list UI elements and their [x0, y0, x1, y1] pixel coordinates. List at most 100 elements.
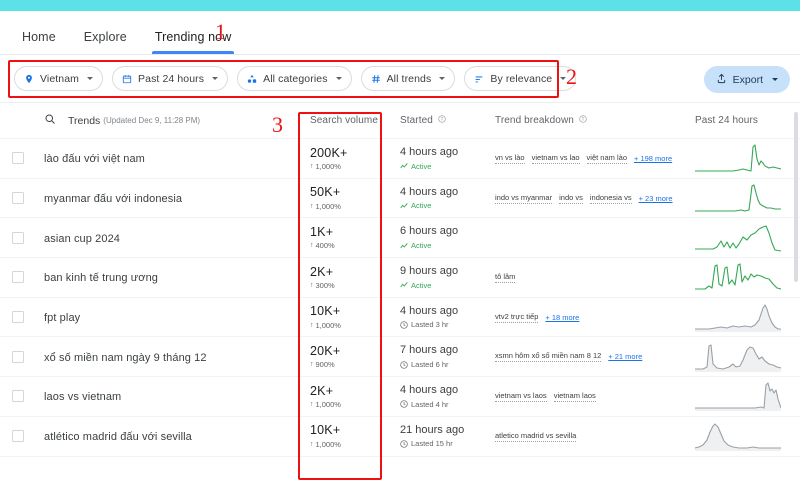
info-icon[interactable]: [438, 115, 446, 126]
export-icon: [716, 71, 727, 89]
location-pin-icon: [24, 74, 34, 84]
started-time: 9 hours ago: [400, 265, 459, 278]
breakdown-keyword[interactable]: indo vs myanmar: [495, 193, 553, 204]
search-volume-cell: 200K+ ↑ 1,000%: [300, 146, 400, 171]
row-checkbox-cell: [0, 271, 36, 284]
search-volume-change: ↑ 1,000%: [310, 400, 400, 409]
keyword-list: indo vs myanmar indo vs indonesia vs + 23 m…: [495, 193, 695, 204]
filter-bar: Vietnam Past 24 hours All categories All…: [0, 55, 800, 103]
header-search-volume-cell[interactable]: Search volume: [300, 115, 400, 126]
status-label: Lasted 15 hr: [411, 439, 453, 449]
main-nav: Home Explore Trending now: [0, 11, 800, 55]
export-button[interactable]: Export: [703, 66, 790, 93]
nav-label: Trending now: [154, 30, 232, 44]
breakdown-keyword[interactable]: vn vs lào: [495, 153, 525, 164]
arrow-up-icon: ↑: [310, 361, 314, 369]
header-started-cell[interactable]: Started: [400, 115, 495, 126]
filter-chip-location[interactable]: Vietnam: [14, 66, 104, 91]
breakdown-keyword[interactable]: vietnam laos: [553, 391, 596, 402]
table-row[interactable]: laos vs vietnam 2K+ ↑ 1,000% 4 hours ago Last…: [0, 377, 800, 417]
search-icon[interactable]: [44, 112, 56, 130]
trend-title-cell[interactable]: xổ số miền nam ngày 9 tháng 12: [36, 348, 300, 366]
arrow-up-icon: ↑: [310, 242, 314, 250]
clock-icon: [400, 321, 408, 329]
breakdown-keyword[interactable]: tô lâm: [495, 272, 516, 283]
row-checkbox[interactable]: [12, 311, 24, 324]
breakdown-keyword[interactable]: vietnam vs lao: [531, 153, 580, 164]
nav-item-explore[interactable]: Explore: [84, 30, 127, 54]
breakdown-keyword[interactable]: indonesia vs: [589, 193, 632, 204]
table-row[interactable]: fpt play 10K+ ↑ 1,000% 4 hours ago Lasted 3 h…: [0, 298, 800, 338]
change-value: 1,000%: [315, 201, 341, 211]
keyword-list: vn vs lào vietnam vs lao việt nam lào + 198…: [495, 153, 695, 164]
status-label: Active: [411, 201, 432, 211]
row-checkbox[interactable]: [12, 350, 24, 363]
trend-title-cell[interactable]: lào đấu với việt nam: [36, 149, 300, 167]
row-checkbox[interactable]: [12, 152, 24, 165]
breakdown-keyword[interactable]: xsmn hôm xổ số miền nam 8 12: [495, 351, 602, 363]
trend-breakdown-cell: indo vs myanmar indo vs indonesia vs + 23 m…: [495, 193, 695, 204]
search-volume-change: ↑ 1,000%: [310, 440, 400, 449]
filter-chip-categories[interactable]: All categories: [237, 66, 352, 91]
keyword-list: vietnam vs laos vietnam laos: [495, 391, 695, 402]
row-checkbox[interactable]: [12, 430, 24, 443]
search-volume-cell: 2K+ ↑ 1,000%: [300, 384, 400, 409]
row-checkbox[interactable]: [12, 231, 24, 244]
trend-title-cell[interactable]: asian cup 2024: [36, 229, 300, 247]
row-checkbox[interactable]: [12, 271, 24, 284]
trend-breakdown-cell: atletico madrid vs sevilla: [495, 431, 695, 442]
header-label: Trend breakdown: [495, 115, 574, 126]
table-row[interactable]: lào đấu với việt nam 200K+ ↑ 1,000% 4 hours …: [0, 139, 800, 179]
search-volume-value: 2K+: [310, 383, 334, 398]
trend-title-cell[interactable]: myanmar đấu với indonesia: [36, 189, 300, 207]
trend-title-cell[interactable]: atlético madrid đấu với sevilla: [36, 427, 300, 445]
breakdown-keyword[interactable]: việt nam lào: [586, 153, 627, 164]
header-trend-breakdown-cell[interactable]: Trend breakdown: [495, 115, 695, 126]
change-value: 1,000%: [315, 320, 341, 330]
filter-chip-sort[interactable]: By relevance: [464, 66, 577, 91]
nav-item-trending-now[interactable]: Trending now: [151, 30, 235, 54]
breakdown-keyword[interactable]: atletico madrid vs sevilla: [495, 431, 577, 442]
hashtag-icon: [371, 74, 381, 84]
more-keywords-link[interactable]: + 198 more: [634, 154, 672, 163]
trend-title-cell[interactable]: laos vs vietnam: [36, 387, 300, 405]
search-volume-value: 200K+: [310, 145, 348, 160]
started-cell: 7 hours ago Lasted 6 hr: [400, 344, 495, 369]
status-badge: Active: [400, 281, 495, 290]
breakdown-keyword[interactable]: indo vs: [559, 193, 583, 204]
arrow-up-icon: ↑: [310, 440, 314, 448]
nav-label: Home: [22, 30, 56, 44]
more-keywords-link[interactable]: + 21 more: [608, 352, 642, 361]
trend-sparkline: [695, 184, 781, 212]
row-checkbox-cell: [0, 192, 36, 205]
breakdown-keyword[interactable]: vtv2 trực tiếp: [495, 312, 539, 323]
chevron-down-icon: [439, 77, 446, 80]
search-volume-value: 50K+: [310, 185, 341, 200]
vertical-scrollbar[interactable]: [794, 112, 798, 282]
row-checkbox[interactable]: [12, 390, 24, 403]
status-label: Lasted 4 hr: [411, 399, 449, 409]
trend-title-cell[interactable]: ban kinh tế trung ương: [36, 268, 300, 286]
info-icon[interactable]: [579, 115, 587, 126]
row-checkbox[interactable]: [12, 192, 24, 205]
nav-item-home[interactable]: Home: [22, 30, 56, 54]
table-row[interactable]: xổ số miền nam ngày 9 tháng 12 20K+ ↑ 900% 7…: [0, 337, 800, 378]
started-time: 4 hours ago: [400, 304, 459, 317]
search-volume-cell: 2K+ ↑ 300%: [300, 265, 400, 290]
change-value: 900%: [315, 360, 335, 370]
more-keywords-link[interactable]: + 23 more: [639, 194, 673, 203]
filter-chip-trend-type[interactable]: All trends: [360, 66, 456, 91]
more-keywords-link[interactable]: + 18 more: [545, 313, 579, 322]
table-row[interactable]: atlético madrid đấu với sevilla 10K+ ↑ 1,00…: [0, 417, 800, 457]
header-label: Past 24 hours: [695, 115, 759, 126]
breakdown-keyword[interactable]: vietnam vs laos: [495, 391, 547, 402]
table-row[interactable]: myanmar đấu với indonesia 50K+ ↑ 1,000% 4 ho…: [0, 179, 800, 219]
table-row[interactable]: asian cup 2024 1K+ ↑ 400% 6 hours ago Active: [0, 218, 800, 259]
started-cell: 4 hours ago Lasted 4 hr: [400, 384, 495, 409]
table-row[interactable]: ban kinh tế trung ương 2K+ ↑ 300% 9 hours ag…: [0, 258, 800, 298]
header-trends-cell: Trends (Updated Dec 9, 11:28 PM): [36, 112, 300, 130]
row-checkbox-cell: [0, 152, 36, 165]
filter-chip-time-range[interactable]: Past 24 hours: [112, 66, 229, 91]
trend-title-cell[interactable]: fpt play: [36, 308, 300, 326]
status-badge: Active: [400, 241, 495, 250]
